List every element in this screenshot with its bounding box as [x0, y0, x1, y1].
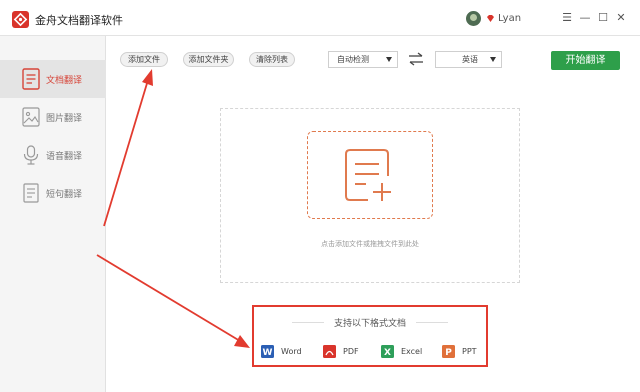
- close-button[interactable]: ✕: [614, 11, 628, 25]
- target-language-select[interactable]: 英语: [435, 51, 502, 68]
- target-language-value: 英语: [462, 55, 478, 64]
- image-icon: [22, 107, 40, 127]
- ppt-icon: P: [442, 345, 455, 358]
- divider: [416, 322, 448, 323]
- minimize-button[interactable]: —: [578, 11, 592, 25]
- annotation-arrow: [96, 254, 241, 342]
- format-label: PPT: [462, 347, 477, 356]
- supported-formats-title: 支持以下格式文档: [333, 319, 406, 329]
- sidebar-item-sentence-translate[interactable]: 短句翻译: [0, 174, 106, 212]
- vip-diamond-icon: [487, 15, 494, 22]
- annotation-arrowhead: [142, 69, 153, 86]
- app-logo-icon: [12, 11, 29, 28]
- sidebar-item-label: 短句翻译: [46, 190, 83, 200]
- menu-icon[interactable]: ☰: [560, 11, 574, 25]
- document-icon: [22, 68, 40, 90]
- chevron-down-icon: [490, 57, 496, 62]
- drop-hint-text: 点击添加文件或拖拽文件到此处: [321, 240, 419, 248]
- sidebar-item-document-translate[interactable]: 文档翻译: [0, 60, 106, 98]
- excel-icon: X: [381, 345, 394, 358]
- format-label: Excel: [401, 347, 423, 356]
- format-label: PDF: [343, 347, 359, 356]
- format-label: Word: [281, 347, 302, 356]
- user-name[interactable]: Lyan: [498, 13, 521, 24]
- app-title: 金舟文档翻译软件: [35, 14, 123, 27]
- sidebar-item-voice-translate[interactable]: 语音翻译: [0, 136, 106, 174]
- add-document-icon: [345, 149, 391, 201]
- annotation-arrow: [103, 79, 149, 227]
- source-language-value: 自动检测: [337, 55, 369, 64]
- swap-languages-icon[interactable]: [408, 52, 424, 66]
- add-file-button[interactable]: 添加文件: [120, 52, 168, 67]
- word-icon: W: [261, 345, 274, 358]
- maximize-button[interactable]: ☐: [596, 11, 610, 25]
- chevron-down-icon: [386, 57, 392, 62]
- sidebar: 文档翻译 图片翻译 语音翻译 短句翻译: [0, 36, 106, 392]
- svg-text:W: W: [263, 348, 273, 358]
- sidebar-item-label: 语音翻译: [46, 152, 83, 162]
- start-translate-button[interactable]: 开始翻译: [551, 51, 620, 70]
- annotation-arrowhead: [234, 335, 250, 348]
- clear-list-button[interactable]: 清除列表: [249, 52, 295, 67]
- sidebar-item-label: 文档翻译: [46, 76, 83, 86]
- sidebar-item-image-translate[interactable]: 图片翻译: [0, 98, 106, 136]
- note-icon: [23, 183, 39, 203]
- microphone-icon: [23, 145, 39, 165]
- svg-text:P: P: [445, 348, 452, 358]
- add-folder-button[interactable]: 添加文件夹: [183, 52, 234, 67]
- source-language-select[interactable]: 自动检测: [328, 51, 398, 68]
- pdf-icon: [323, 345, 336, 358]
- title-bar: 金舟文档翻译软件 Lyan ☰ — ☐ ✕: [0, 0, 640, 36]
- svg-text:X: X: [384, 348, 391, 358]
- avatar[interactable]: [466, 11, 481, 26]
- supported-formats-panel: 支持以下格式文档 W Word PDF X Excel P PPT: [252, 305, 488, 367]
- sidebar-item-label: 图片翻译: [46, 114, 83, 124]
